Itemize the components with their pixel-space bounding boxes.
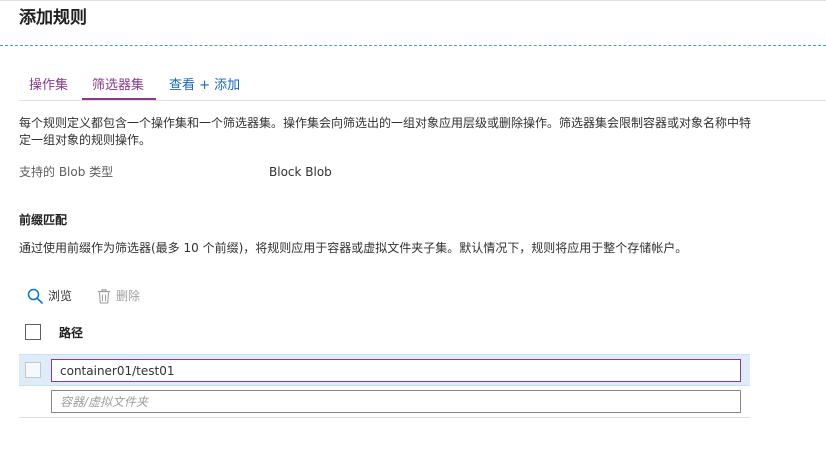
- browse-label: 浏览: [48, 289, 73, 303]
- tab-filter-set[interactable]: 筛选器集: [91, 77, 145, 95]
- tab-bar-divider: [19, 100, 826, 101]
- page-title: 添加规则: [19, 8, 87, 28]
- prefix-match-description: 通过使用前缀作为筛选器(最多 10 个前缀)，将规则应用于容器或虚拟文件夹子集。…: [19, 241, 688, 255]
- tab-action-set[interactable]: 操作集: [28, 77, 69, 95]
- delete-button[interactable]: 删除: [97, 286, 140, 306]
- table-row[interactable]: [19, 354, 750, 386]
- trash-icon: [98, 288, 110, 304]
- new-path-input[interactable]: [51, 390, 741, 413]
- path-input[interactable]: [51, 359, 741, 382]
- header-separator: [0, 45, 826, 46]
- tab-bar: 操作集 筛选器集 查看 + 添加: [19, 72, 826, 102]
- select-all-checkbox[interactable]: [25, 324, 41, 340]
- browse-button[interactable]: 浏览: [27, 286, 72, 306]
- top-border: [0, 0, 826, 1]
- rule-description: 每个规则定义都包含一个操作集和一个筛选器集。操作集会向筛选出的一组对象应用层级或…: [19, 116, 752, 147]
- tab-review-add[interactable]: 查看 + 添加: [168, 77, 241, 95]
- path-column-header: 路径: [59, 326, 84, 340]
- delete-label: 删除: [116, 289, 141, 303]
- grid-header: 路径: [19, 320, 750, 346]
- row-checkbox[interactable]: [25, 362, 41, 378]
- blob-type-label: 支持的 Blob 类型: [19, 165, 114, 179]
- search-icon: [27, 288, 43, 304]
- table-row[interactable]: [19, 386, 750, 418]
- prefix-match-title: 前缀匹配: [19, 213, 68, 227]
- blob-type-value: Block Blob: [269, 165, 332, 179]
